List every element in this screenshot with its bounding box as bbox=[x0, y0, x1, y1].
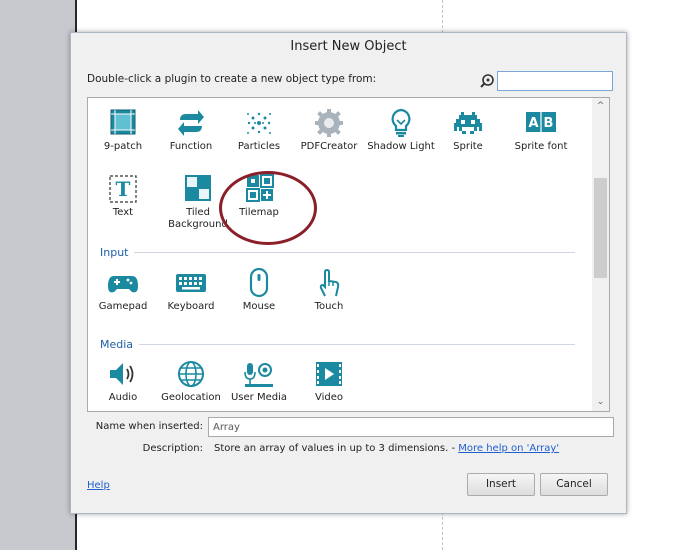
plugin-touch[interactable]: Touch bbox=[294, 268, 364, 313]
particles-icon bbox=[242, 108, 276, 138]
name-input[interactable] bbox=[208, 417, 614, 437]
plugin-pdfcreator[interactable]: PDFCreator bbox=[294, 108, 364, 153]
plugin-label: Sprite font bbox=[514, 141, 568, 152]
audio-icon bbox=[106, 359, 140, 389]
plugin-particles[interactable]: Particles bbox=[224, 108, 294, 153]
plugin-sprite[interactable]: Sprite bbox=[433, 108, 503, 153]
plugin-video[interactable]: Video bbox=[294, 359, 364, 404]
background-panel bbox=[0, 0, 77, 550]
help-link[interactable]: Help bbox=[87, 480, 110, 491]
plugin-gamepad[interactable]: Gamepad bbox=[88, 268, 158, 313]
scroll-thumb[interactable] bbox=[594, 178, 607, 278]
plugin-geolocation[interactable]: Geolocation bbox=[156, 359, 226, 404]
tiled-background-icon bbox=[181, 174, 215, 204]
plugin-label: Audio bbox=[108, 392, 138, 403]
plugin-label: Touch bbox=[314, 301, 344, 312]
pdfcreator-icon bbox=[312, 108, 346, 138]
section-title: Input bbox=[100, 246, 129, 259]
plugin-text[interactable]: T Text bbox=[88, 174, 158, 219]
keyboard-icon bbox=[174, 268, 208, 298]
section-divider bbox=[134, 252, 575, 253]
plugin-label: Video bbox=[314, 392, 344, 403]
dialog-title: Insert New Object bbox=[290, 39, 407, 54]
scroll-down-icon[interactable]: ⌄ bbox=[592, 394, 609, 411]
description-value: Store an array of values in up to 3 dime… bbox=[214, 443, 559, 454]
name-label: Name when inserted: bbox=[95, 421, 203, 432]
vertical-scrollbar[interactable]: ^ ⌄ bbox=[592, 98, 609, 411]
plugin-label: Geolocation bbox=[161, 392, 221, 403]
plugin-label: Gamepad bbox=[98, 301, 148, 312]
text-icon: T bbox=[106, 174, 140, 204]
plugin-sprite-font[interactable]: AB Sprite font bbox=[502, 108, 580, 153]
section-divider bbox=[139, 344, 575, 345]
insert-button[interactable]: Insert bbox=[467, 473, 535, 496]
touch-icon bbox=[312, 268, 346, 298]
plugin-label: Text bbox=[112, 207, 134, 218]
function-icon bbox=[174, 108, 208, 138]
geolocation-icon bbox=[174, 359, 208, 389]
plugin-label: User Media bbox=[230, 392, 287, 403]
highlight-annotation bbox=[219, 171, 317, 245]
plugin-label: 9-patch bbox=[103, 141, 143, 152]
plugin-user-media[interactable]: User Media bbox=[224, 359, 294, 404]
plugin-function[interactable]: Function bbox=[156, 108, 226, 153]
plugin-label: Shadow Light bbox=[367, 141, 435, 152]
plugin-label: Sprite bbox=[453, 141, 483, 152]
svg-text:T: T bbox=[116, 177, 131, 201]
plugin-keyboard[interactable]: Keyboard bbox=[156, 268, 226, 313]
plugin-label: Keyboard bbox=[167, 301, 215, 312]
scroll-up-icon[interactable]: ^ bbox=[592, 98, 609, 115]
insert-object-dialog: Insert New Object Double-click a plugin … bbox=[70, 32, 627, 514]
plugin-9-patch[interactable]: 9-patch bbox=[88, 108, 158, 153]
svg-text:A: A bbox=[528, 116, 538, 131]
user-media-icon bbox=[242, 359, 276, 389]
shadow-light-icon bbox=[384, 108, 418, 138]
description-text: Store an array of values in up to 3 dime… bbox=[214, 443, 459, 454]
plugin-label: Particles bbox=[237, 141, 281, 152]
plugin-label: Mouse bbox=[242, 301, 276, 312]
video-icon bbox=[312, 359, 346, 389]
search-input[interactable] bbox=[497, 71, 613, 91]
plugin-mouse[interactable]: Mouse bbox=[224, 268, 294, 313]
section-media: Media bbox=[100, 338, 575, 351]
plugin-list: 9-patch Function Particles PDFCreator Sh… bbox=[87, 97, 610, 412]
section-input: Input bbox=[100, 246, 575, 259]
plugin-shadow-light[interactable]: Shadow Light bbox=[366, 108, 436, 153]
section-title: Media bbox=[100, 338, 134, 351]
plugin-label: PDFCreator bbox=[300, 141, 358, 152]
cancel-button[interactable]: Cancel bbox=[540, 473, 608, 496]
nine-patch-icon bbox=[106, 108, 140, 138]
search-icon bbox=[480, 74, 494, 88]
gamepad-icon bbox=[106, 268, 140, 298]
sprite-font-icon: AB bbox=[524, 108, 558, 138]
mouse-icon bbox=[242, 268, 276, 298]
description-label: Description: bbox=[142, 443, 203, 454]
plugin-label: Function bbox=[169, 141, 213, 152]
svg-text:B: B bbox=[544, 116, 554, 131]
instruction-text: Double-click a plugin to create a new ob… bbox=[87, 73, 377, 85]
more-help-link[interactable]: More help on 'Array' bbox=[458, 443, 559, 454]
plugin-audio[interactable]: Audio bbox=[88, 359, 158, 404]
sprite-icon bbox=[451, 108, 485, 138]
